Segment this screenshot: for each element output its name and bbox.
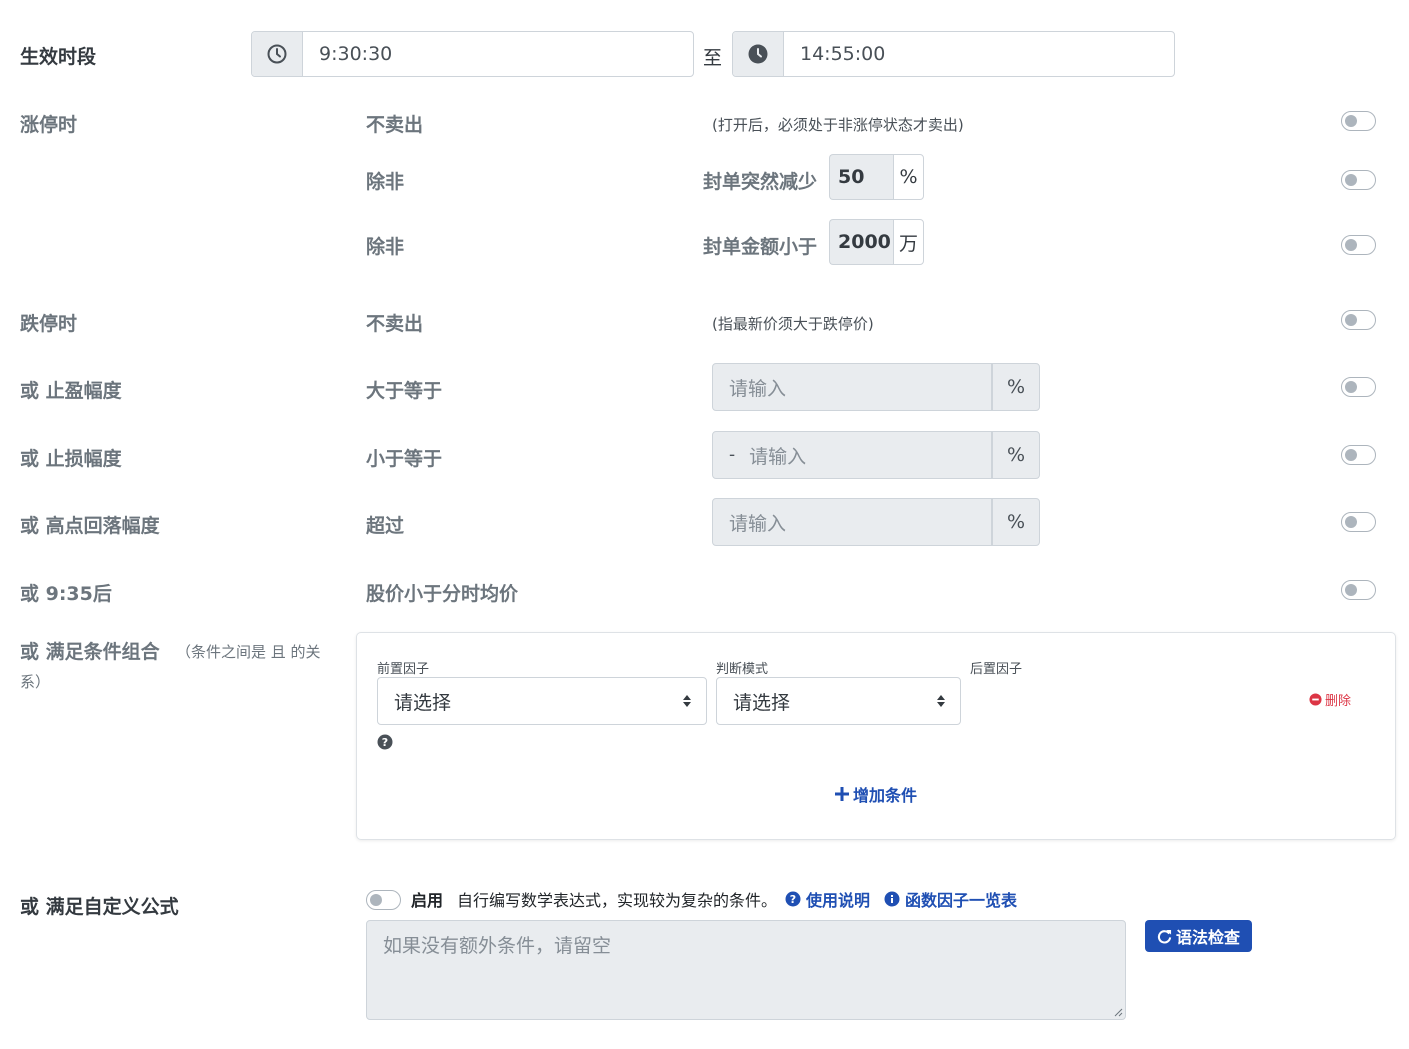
svg-text:?: ? xyxy=(790,893,796,906)
front-factor-value: 请选择 xyxy=(394,691,452,714)
take-profit-op: 大于等于 xyxy=(366,380,443,402)
stop-loss-unit: % xyxy=(992,431,1040,479)
usage-link[interactable]: ? 使用说明 xyxy=(785,887,870,911)
time-separator: 至 xyxy=(703,47,723,69)
add-condition-label: 增加条件 xyxy=(853,786,918,805)
limit-down-no-sell-toggle[interactable] xyxy=(1341,310,1376,330)
after-935-label: 或 9:35后 xyxy=(20,583,112,605)
seal-drop-label: 封单突然减少 xyxy=(703,171,818,193)
take-profit-label: 或 止盈幅度 xyxy=(20,380,122,402)
judge-mode-value: 请选择 xyxy=(733,691,791,714)
unless-label-1: 除非 xyxy=(366,171,405,193)
syntax-check-label: 语法检查 xyxy=(1175,928,1240,947)
start-time-value[interactable]: 9:30:30 xyxy=(303,32,693,76)
question-circle-icon: ? xyxy=(785,891,801,907)
stop-loss-op: 小于等于 xyxy=(366,448,443,470)
start-time-field[interactable]: 9:30:30 xyxy=(251,31,694,77)
usage-link-label: 使用说明 xyxy=(806,891,871,910)
high-pullback-unit: % xyxy=(992,498,1040,546)
front-factor-label: 前置因子 xyxy=(377,662,430,677)
high-pullback-input[interactable]: 请输入 xyxy=(712,498,992,546)
seal-drop-input[interactable]: 50 xyxy=(829,154,893,200)
delete-condition-button[interactable]: 删除 xyxy=(1309,690,1351,709)
syntax-check-button[interactable]: 语法检查 xyxy=(1145,920,1252,952)
judge-mode-select[interactable]: 请选择 xyxy=(716,677,961,725)
after-935-toggle[interactable] xyxy=(1341,580,1376,600)
stop-loss-minus-prefix: - xyxy=(729,445,736,465)
high-pullback-toggle[interactable] xyxy=(1341,512,1376,532)
factor-list-link[interactable]: 函数因子一览表 xyxy=(884,887,1017,911)
take-profit-unit: % xyxy=(992,363,1040,411)
effective-period-label: 生效时段 xyxy=(20,46,97,68)
condition-combo-hint-1: （条件之间是 且 的关 xyxy=(176,643,321,661)
high-pullback-op: 超过 xyxy=(366,515,405,537)
seal-amount-label: 封单金额小于 xyxy=(703,236,818,258)
redo-icon xyxy=(1157,929,1172,943)
custom-formula-desc: 自行编写数学表达式，实现较为复杂的条件。 xyxy=(457,891,778,910)
limit-down-no-sell-label: 不卖出 xyxy=(366,313,424,335)
limit-up-label: 涨停时 xyxy=(20,114,78,136)
minus-circle-icon xyxy=(1309,693,1322,706)
enable-label: 启用 xyxy=(411,891,444,910)
select-caret-icon xyxy=(683,695,691,707)
limit-down-hint: (指最新价须大于跌停价) xyxy=(712,315,874,333)
seal-amount-toggle[interactable] xyxy=(1341,235,1376,255)
end-time-value[interactable]: 14:55:00 xyxy=(784,32,1174,76)
back-factor-label: 后置因子 xyxy=(970,662,1023,677)
after-935-desc: 股价小于分时均价 xyxy=(366,583,519,605)
stop-loss-input-group: - 请输入 % xyxy=(712,431,1040,479)
custom-formula-textarea[interactable]: 如果没有额外条件，请留空 xyxy=(366,920,1126,1020)
resize-handle-icon[interactable] xyxy=(1113,1007,1123,1017)
info-circle-icon xyxy=(884,891,900,907)
end-time-field[interactable]: 14:55:00 xyxy=(732,31,1175,77)
limit-up-no-sell-hint: (打开后，必须处于非涨停状态才卖出) xyxy=(712,116,964,134)
condition-combo-hint-2: 系） xyxy=(20,673,51,691)
take-profit-input-group: 请输入 % xyxy=(712,363,1040,411)
seal-drop-unit: % xyxy=(893,154,924,200)
custom-formula-toggle[interactable] xyxy=(366,890,401,910)
stop-loss-label: 或 止损幅度 xyxy=(20,448,122,470)
custom-formula-placeholder: 如果没有额外条件，请留空 xyxy=(383,935,612,957)
high-pullback-placeholder: 请输入 xyxy=(729,512,787,535)
limit-up-no-sell-toggle[interactable] xyxy=(1341,111,1376,131)
front-factor-select[interactable]: 请选择 xyxy=(377,677,707,725)
select-caret-icon xyxy=(937,695,945,707)
limit-up-no-sell-label: 不卖出 xyxy=(366,114,424,136)
high-pullback-input-group: 请输入 % xyxy=(712,498,1040,546)
take-profit-placeholder: 请输入 xyxy=(729,377,787,400)
clock-solid-icon xyxy=(733,32,784,76)
condition-combo-label: 或 满足条件组合 xyxy=(20,641,160,663)
stop-loss-toggle[interactable] xyxy=(1341,445,1376,465)
svg-text:?: ? xyxy=(382,736,388,749)
add-condition-button[interactable]: 增加条件 xyxy=(835,782,917,806)
seal-drop-toggle[interactable] xyxy=(1341,170,1376,190)
question-circle-icon[interactable]: ? xyxy=(377,734,393,754)
seal-amount-unit: 万 xyxy=(893,219,924,265)
custom-formula-label: 或 满足自定义公式 xyxy=(20,896,179,918)
take-profit-toggle[interactable] xyxy=(1341,377,1376,397)
factor-list-link-label: 函数因子一览表 xyxy=(905,891,1018,910)
condition-combo-card: 前置因子 判断模式 后置因子 请选择 请选择 删除 ? 增加条件 xyxy=(356,632,1396,840)
stop-loss-placeholder: 请输入 xyxy=(749,445,807,468)
stop-loss-input[interactable]: - 请输入 xyxy=(712,431,992,479)
high-pullback-label: 或 高点回落幅度 xyxy=(20,515,160,537)
limit-down-label: 跌停时 xyxy=(20,313,78,335)
seal-drop-input-group: 50 % xyxy=(829,154,924,200)
clock-outline-icon xyxy=(252,32,303,76)
take-profit-input[interactable]: 请输入 xyxy=(712,363,992,411)
seal-amount-input-group: 2000 万 xyxy=(829,219,924,265)
seal-amount-input[interactable]: 2000 xyxy=(829,219,893,265)
unless-label-2: 除非 xyxy=(366,236,405,258)
delete-label: 删除 xyxy=(1325,694,1352,709)
plus-icon xyxy=(835,787,849,801)
judge-mode-label: 判断模式 xyxy=(716,662,769,677)
